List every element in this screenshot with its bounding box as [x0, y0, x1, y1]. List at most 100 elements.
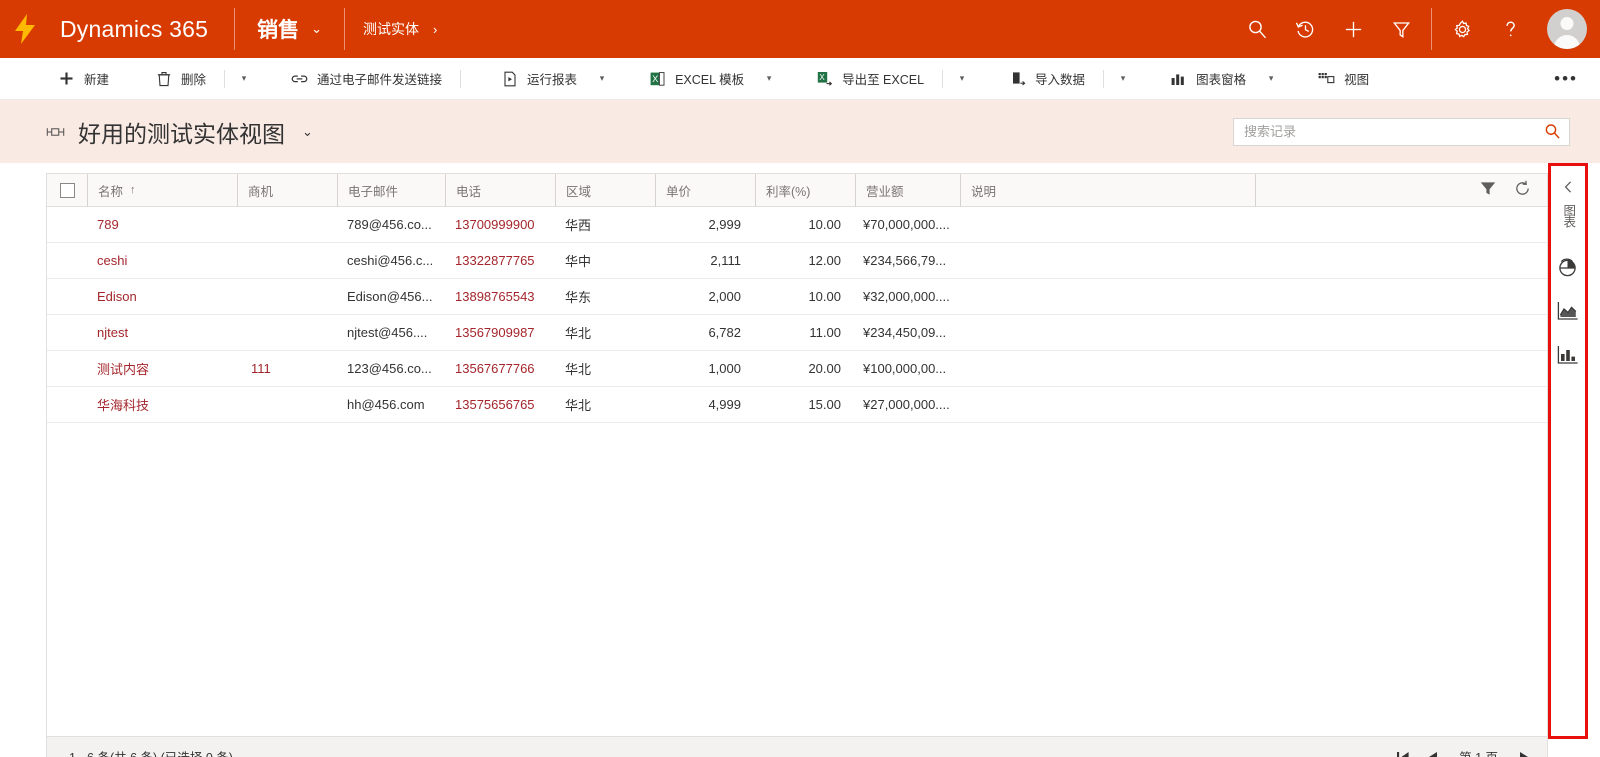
view-button[interactable]: 视图	[1306, 58, 1381, 100]
refresh-icon[interactable]	[1514, 180, 1531, 200]
table-row[interactable]: 测试内容 111 123@456.co... 13567677766 华北 1,…	[47, 351, 1547, 387]
table-row[interactable]: 789 789@456.co... 13700999900 华西 2,999 1…	[47, 207, 1547, 243]
settings-gear-icon[interactable]	[1438, 0, 1486, 58]
cell-email[interactable]: Edison@456...	[337, 279, 445, 315]
search-submit-icon[interactable]	[1535, 118, 1569, 145]
cell-email[interactable]: njtest@456....	[337, 315, 445, 351]
bar-chart-icon[interactable]	[1551, 333, 1585, 377]
run-report-dropdown-caret[interactable]: ▾	[589, 58, 615, 100]
next-page-icon[interactable]	[1518, 750, 1531, 757]
cell-description	[960, 351, 1255, 387]
checkbox-box	[59, 182, 75, 198]
import-data-button[interactable]: 导入数据	[997, 58, 1097, 100]
cell-phone[interactable]: 13700999900	[445, 207, 555, 243]
cell-email[interactable]: hh@456.com	[337, 387, 445, 423]
cell-phone[interactable]: 13567909987	[445, 315, 555, 351]
help-icon[interactable]	[1486, 0, 1534, 58]
cell-opportunity[interactable]	[237, 243, 337, 279]
filter-icon[interactable]	[1480, 181, 1496, 199]
row-checkbox[interactable]	[47, 279, 87, 315]
column-header-unit-price[interactable]: 单价	[655, 173, 755, 207]
cell-region: 华中	[565, 254, 592, 269]
pin-view-icon[interactable]	[46, 125, 65, 139]
cell-region: 华北	[565, 398, 592, 413]
column-header-phone[interactable]: 电话	[445, 173, 555, 207]
cell-email[interactable]: ceshi@456.c...	[337, 243, 445, 279]
new-button-label: 新建	[84, 73, 110, 87]
chart-pane-collapsed[interactable]: 图表	[1548, 163, 1588, 739]
cell-name[interactable]: 华海科技	[87, 387, 237, 423]
export-excel-dropdown-caret[interactable]: ▾	[949, 58, 975, 100]
cell-phone[interactable]: 13898765543	[445, 279, 555, 315]
area-chart-icon[interactable]	[1551, 289, 1585, 333]
column-header-revenue[interactable]: 营业额	[855, 173, 960, 207]
row-checkbox[interactable]	[47, 387, 87, 423]
brand-title[interactable]: Dynamics 365	[50, 16, 234, 43]
column-header-name[interactable]: 名称 ↑	[87, 173, 237, 207]
chart-pane-button[interactable]: 图表窗格	[1158, 58, 1258, 100]
cell-email[interactable]: 123@456.co...	[337, 351, 445, 387]
cell-phone[interactable]: 13567677766	[445, 351, 555, 387]
app-selector[interactable]: 销售 ⌄	[235, 14, 344, 44]
delete-dropdown-caret[interactable]: ▾	[231, 58, 257, 100]
history-icon[interactable]	[1281, 0, 1329, 58]
row-checkbox[interactable]	[47, 351, 87, 387]
email-link-button[interactable]: 通过电子邮件发送链接	[279, 58, 454, 100]
breadcrumb-entity[interactable]: 测试实体 ›	[345, 19, 455, 39]
cell-name[interactable]: njtest	[87, 315, 237, 351]
search-records-box[interactable]	[1233, 117, 1570, 146]
row-checkbox[interactable]	[47, 315, 87, 351]
cell-phone[interactable]: 13322877765	[445, 243, 555, 279]
column-header-opportunity[interactable]: 商机	[237, 173, 337, 207]
cell-opportunity[interactable]	[237, 207, 337, 243]
cell-region: 华东	[565, 290, 592, 305]
cell-opportunity[interactable]: 111	[237, 351, 337, 387]
column-header-rate[interactable]: 利率(%)	[755, 173, 855, 207]
chart-pane-dropdown-caret[interactable]: ▾	[1258, 58, 1284, 100]
chevron-left-icon[interactable]	[1551, 174, 1585, 200]
table-row[interactable]: njtest njtest@456.... 13567909987 华北 6,7…	[47, 315, 1547, 351]
cell-name[interactable]: Edison	[87, 279, 237, 315]
lightning-bolt-icon[interactable]	[0, 14, 50, 44]
table-row[interactable]: Edison Edison@456... 13898765543 华东 2,00…	[47, 279, 1547, 315]
quick-create-icon[interactable]	[1329, 0, 1377, 58]
table-row[interactable]: 华海科技 hh@456.com 13575656765 华北 4,999 15.…	[47, 387, 1547, 423]
first-page-icon[interactable]	[1396, 750, 1410, 757]
column-header-description[interactable]: 说明	[960, 173, 1255, 207]
previous-page-icon[interactable]	[1426, 750, 1439, 757]
chevron-down-icon[interactable]: ⌄	[302, 124, 313, 140]
row-checkbox[interactable]	[47, 243, 87, 279]
view-selector[interactable]: 好用的测试实体视图 ⌄	[46, 115, 313, 149]
run-report-button[interactable]: 运行报表	[489, 58, 589, 100]
cell-email[interactable]: 789@456.co...	[337, 207, 445, 243]
select-all-checkbox[interactable]	[47, 174, 87, 207]
avatar[interactable]	[1534, 9, 1600, 49]
cmd-divider-2	[460, 69, 462, 88]
table-row[interactable]: ceshi ceshi@456.c... 13322877765 华中 2,11…	[47, 243, 1547, 279]
column-header-region[interactable]: 区域	[555, 173, 655, 207]
row-checkbox[interactable]	[47, 207, 87, 243]
pie-chart-icon[interactable]	[1551, 245, 1585, 289]
delete-button[interactable]: 删除	[143, 58, 218, 100]
advanced-filter-icon[interactable]	[1377, 0, 1425, 58]
search-icon[interactable]	[1233, 0, 1281, 58]
plus-icon	[58, 71, 75, 86]
cell-name[interactable]: 789	[87, 207, 237, 243]
overflow-menu-button[interactable]: •••	[1544, 58, 1600, 100]
excel-template-dropdown-caret[interactable]: ▾	[756, 58, 782, 100]
search-input[interactable]	[1234, 118, 1535, 145]
cmd-divider-1	[224, 69, 226, 88]
excel-template-button[interactable]: X EXCEL 模板	[637, 58, 756, 100]
cell-phone[interactable]: 13575656765	[445, 387, 555, 423]
cell-name[interactable]: 测试内容	[87, 351, 237, 387]
column-header-email[interactable]: 电子邮件	[337, 173, 445, 207]
cell-name[interactable]: ceshi	[87, 243, 237, 279]
export-excel-button[interactable]: X 导出至 EXCEL	[804, 58, 936, 100]
cell-opportunity[interactable]	[237, 315, 337, 351]
view-header-strip: 好用的测试实体视图 ⌄	[0, 100, 1600, 163]
cell-opportunity[interactable]	[237, 279, 337, 315]
cmd-divider-4	[1103, 69, 1105, 88]
import-data-dropdown-caret[interactable]: ▾	[1110, 58, 1136, 100]
cell-opportunity[interactable]	[237, 387, 337, 423]
new-button[interactable]: 新建	[46, 58, 121, 100]
